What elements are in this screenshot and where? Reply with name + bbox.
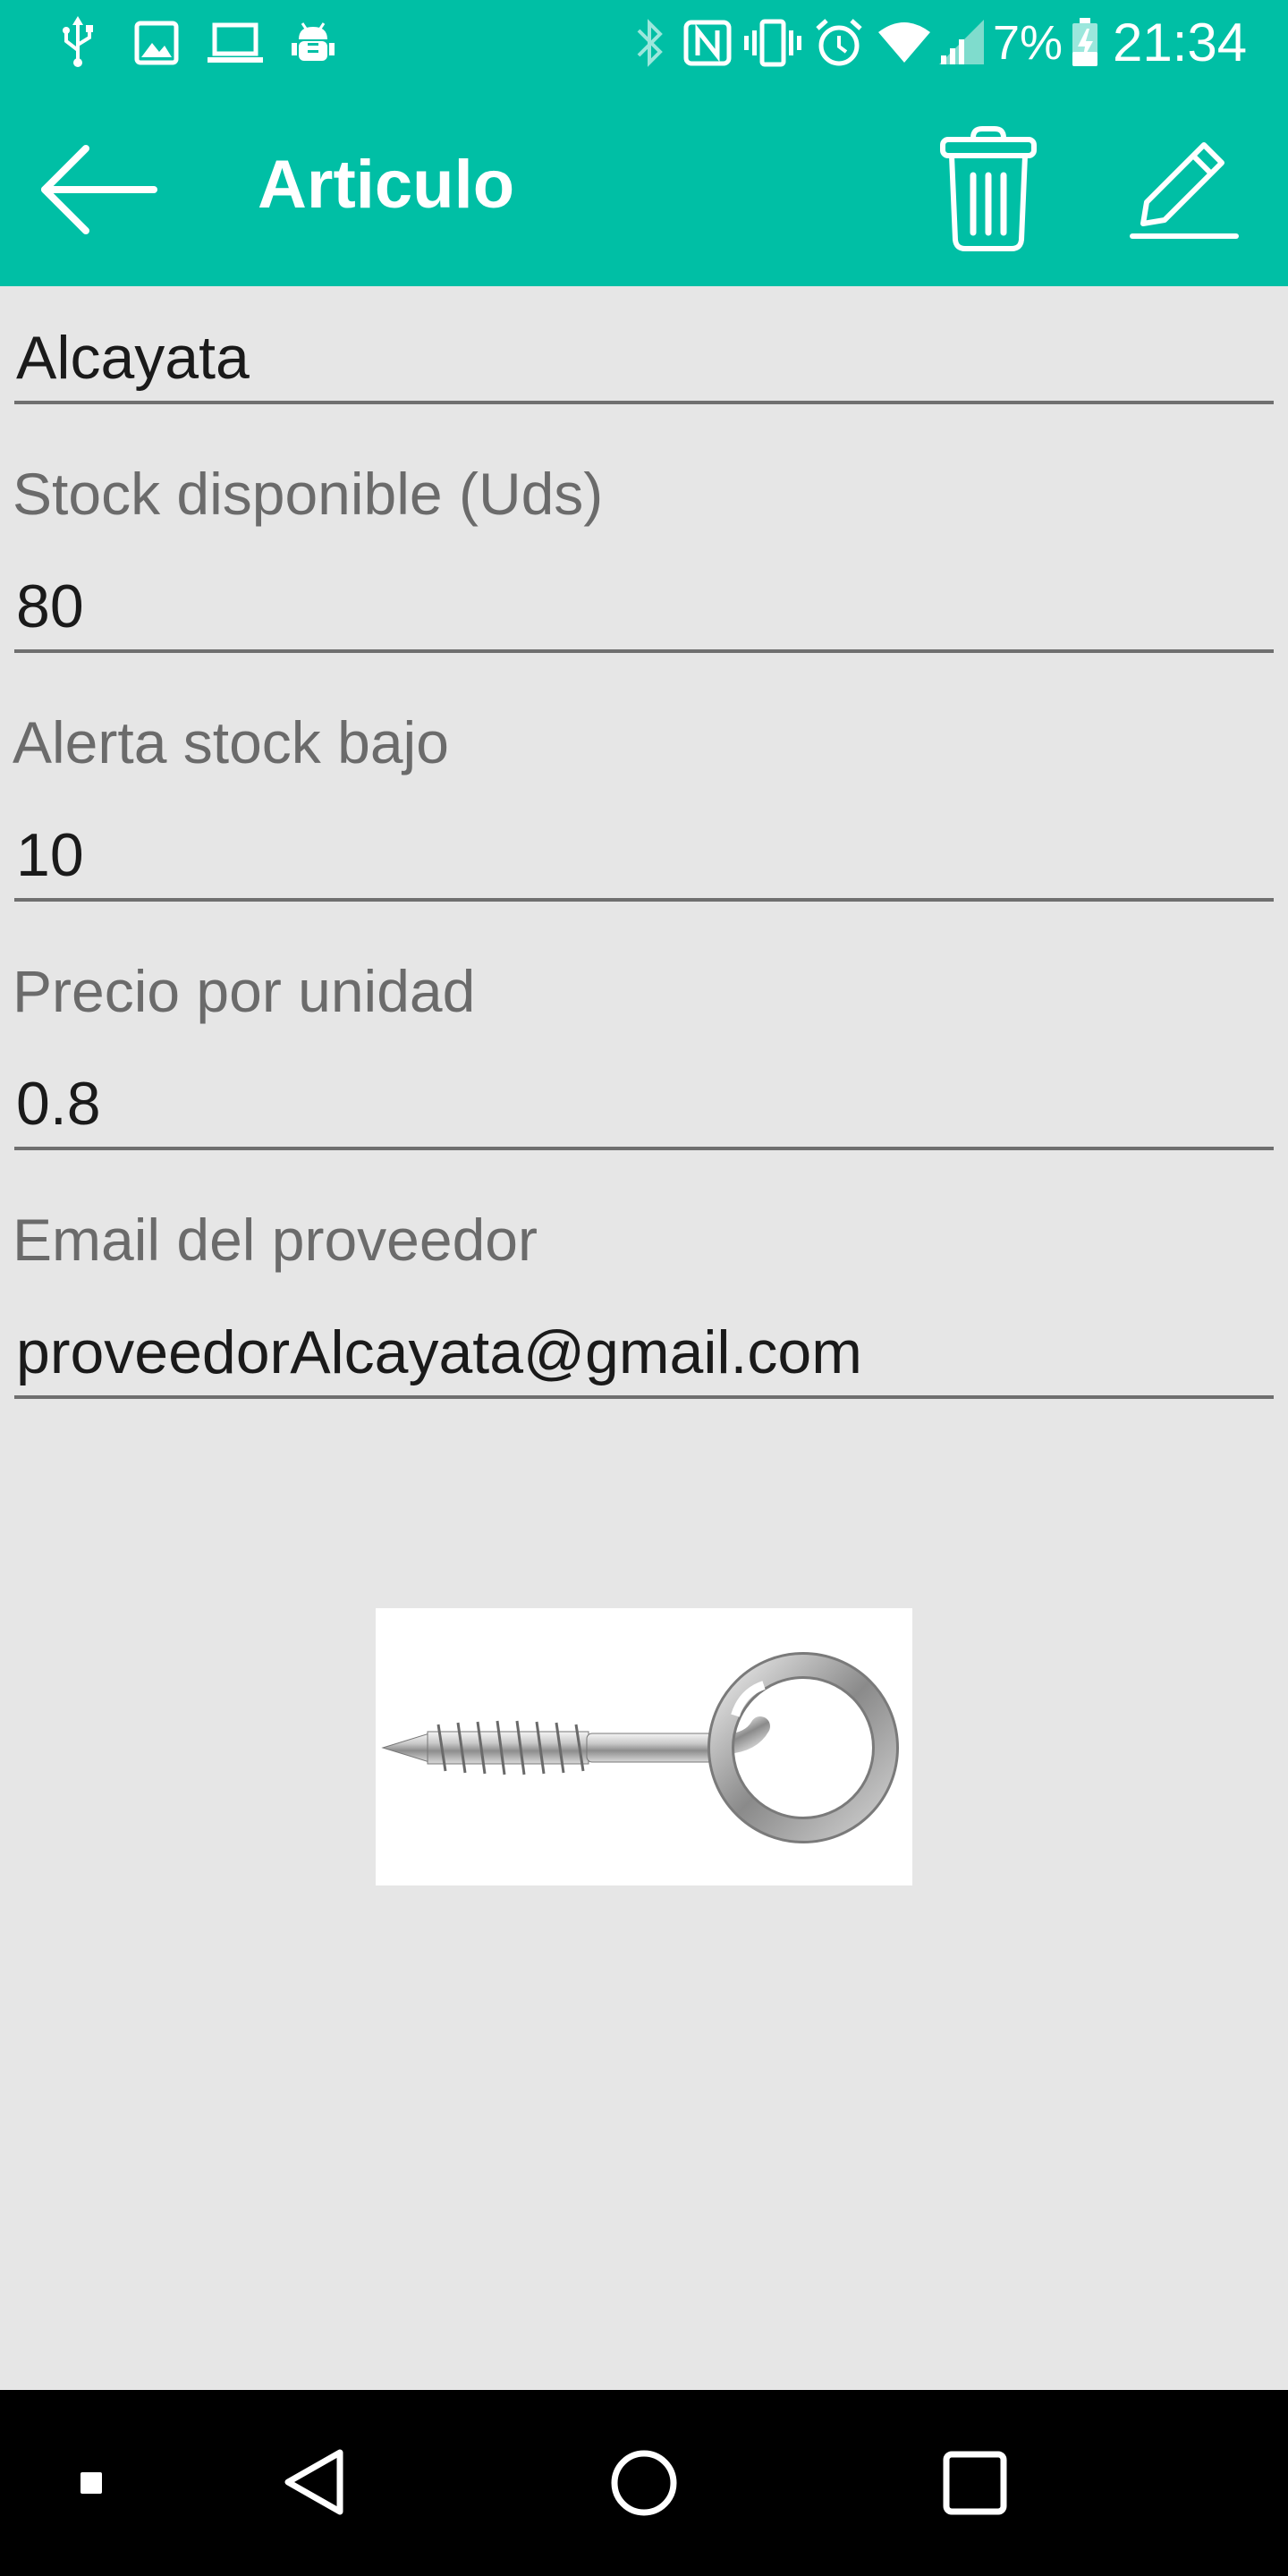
article-name-input[interactable]	[14, 318, 1274, 404]
home-nav-button[interactable]	[601, 2442, 687, 2528]
status-clock: 21:34	[1113, 13, 1248, 72]
delete-button[interactable]	[930, 122, 1046, 256]
unit-price-input[interactable]	[14, 1064, 1274, 1150]
signal-icon	[939, 20, 984, 64]
laptop-icon	[208, 22, 263, 63]
supplier-email-label: Email del proveedor	[13, 1207, 538, 1273]
image-icon	[134, 21, 179, 65]
home-circle-icon	[611, 2450, 677, 2516]
unit-price-label: Precio por unidad	[13, 958, 476, 1024]
back-triangle-icon	[284, 2449, 343, 2515]
stock-input[interactable]	[14, 567, 1274, 653]
alarm-icon	[816, 19, 862, 66]
android-debug-icon	[292, 22, 335, 61]
wifi-icon	[878, 22, 930, 63]
bluetooth-icon	[637, 19, 663, 67]
app-toolbar: Articulo	[0, 86, 1288, 286]
status-bar: 7% 21:34	[0, 0, 1288, 86]
low-stock-alert-input[interactable]	[14, 816, 1274, 902]
arrow-back-icon	[41, 145, 157, 234]
trash-icon	[940, 126, 1037, 251]
edit-button[interactable]	[1125, 131, 1241, 247]
back-nav-button[interactable]	[274, 2442, 354, 2522]
battery-percent: 7%	[993, 16, 1063, 70]
usb-icon	[63, 16, 93, 67]
supplier-email-input[interactable]	[14, 1313, 1274, 1399]
recents-dot-icon	[80, 2472, 102, 2494]
page-title: Articulo	[258, 147, 515, 223]
stock-label: Stock disponible (Uds)	[13, 461, 604, 527]
system-nav-bar	[0, 2390, 1288, 2576]
product-image[interactable]	[376, 1608, 912, 1885]
vibrate-icon	[744, 19, 801, 67]
screw-eye-hook-image	[381, 1652, 899, 1843]
pencil-icon	[1130, 142, 1239, 239]
recents-dot-button[interactable]	[64, 2456, 118, 2510]
overview-square-icon	[943, 2451, 1007, 2515]
nfc-icon	[683, 20, 732, 66]
overview-nav-button[interactable]	[932, 2442, 1018, 2528]
low-stock-alert-label: Alerta stock bajo	[13, 709, 449, 775]
battery-charging-icon	[1072, 18, 1097, 66]
back-button[interactable]	[32, 136, 166, 243]
